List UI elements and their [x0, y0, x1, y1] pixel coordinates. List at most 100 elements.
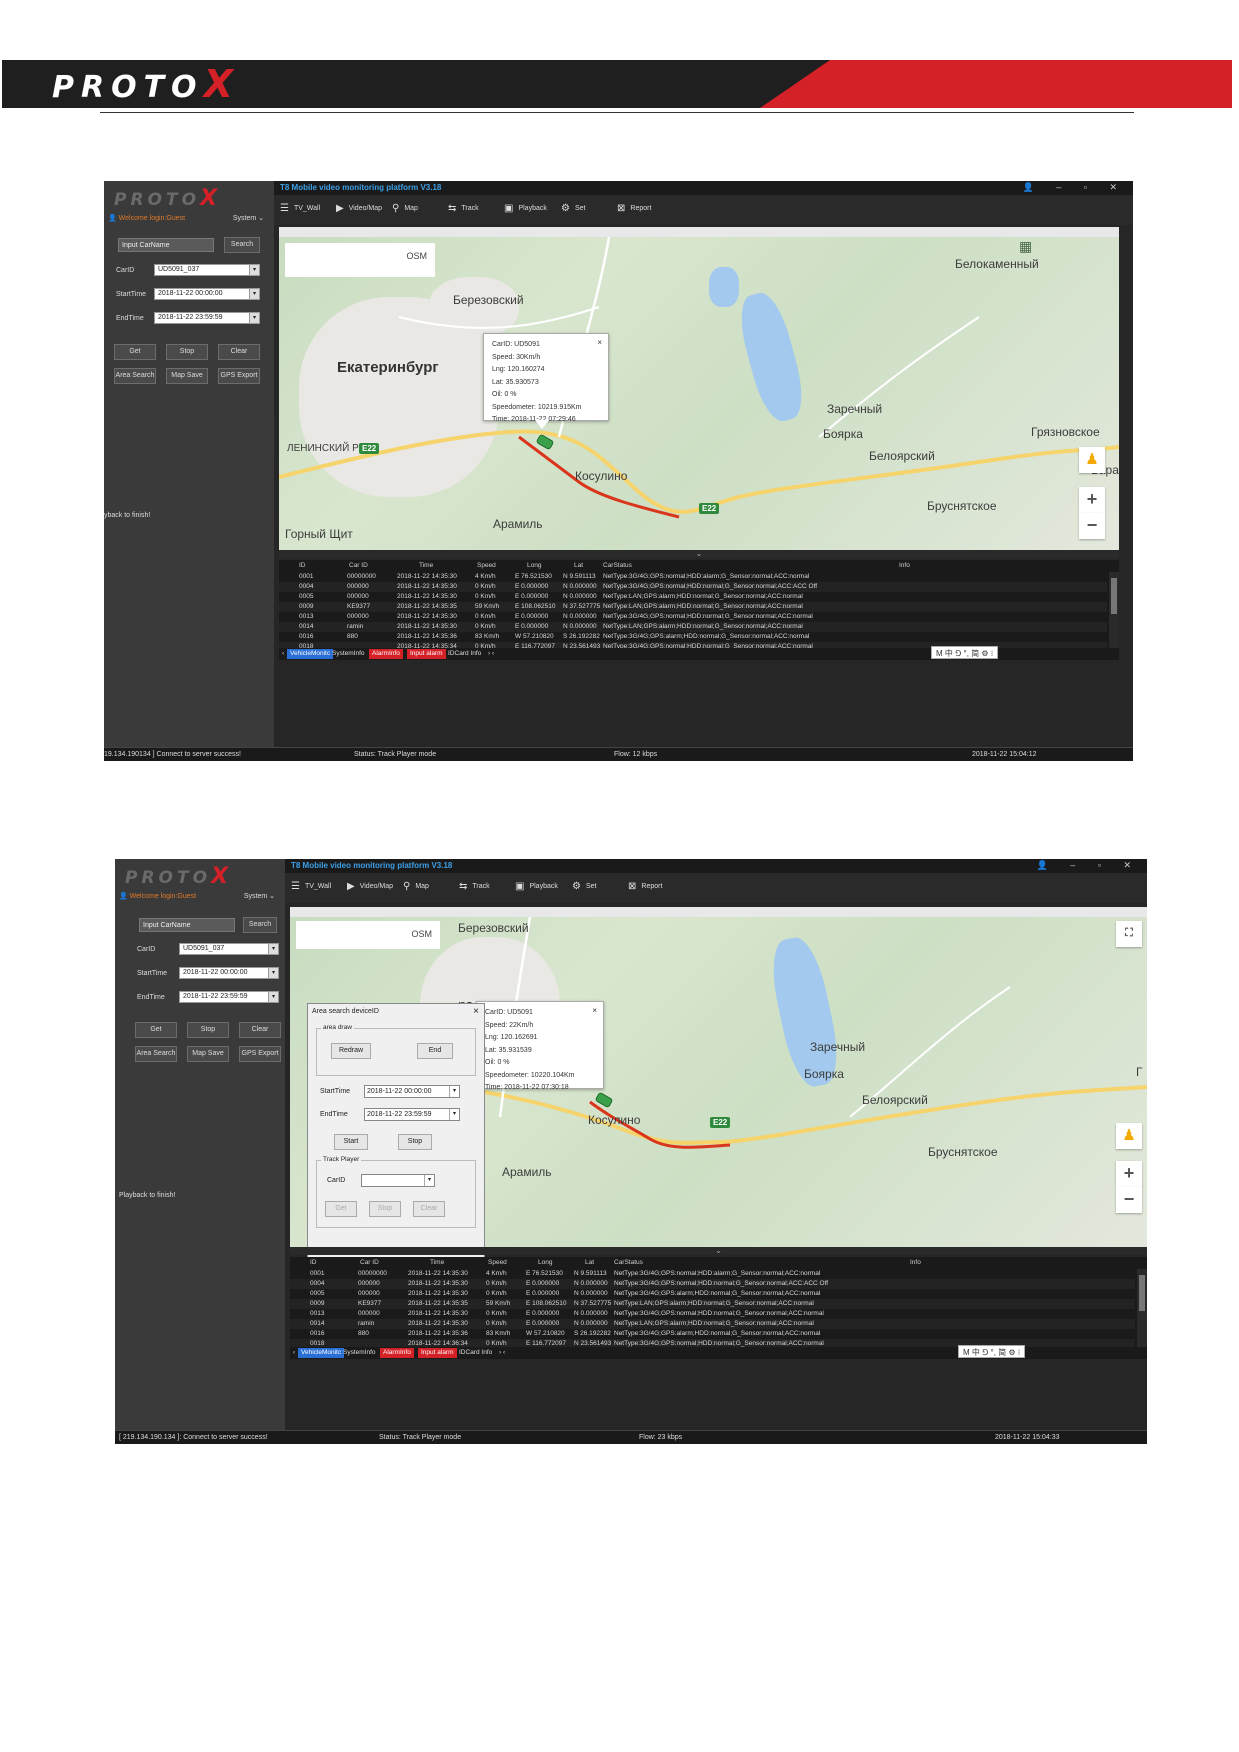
playback-button[interactable]: ▣ Playback	[515, 881, 558, 892]
car-id-select[interactable]: UD5091_037 ▾	[179, 943, 279, 955]
get-button[interactable]: Get	[135, 1022, 177, 1038]
table-scrollbar[interactable]	[1137, 1269, 1147, 1347]
pegman-icon[interactable]: ♟	[1079, 447, 1105, 473]
report-button[interactable]: ⊠ Report	[628, 881, 662, 892]
window-controls[interactable]: 👤 – ▫ ✕	[1023, 182, 1127, 193]
table-row[interactable]: 0004 000000 2018-11-22 14:35:30 0 Km/h E 0.0…	[279, 582, 1107, 592]
zoom-out-button[interactable]: −	[1116, 1187, 1142, 1213]
end-time-field[interactable]: 2018-11-22 23:59:59 ▾	[179, 991, 279, 1003]
table-scrollbar[interactable]	[1109, 572, 1119, 648]
redraw-button[interactable]: Redraw	[331, 1043, 371, 1059]
map-button[interactable]: ⚲ Map	[403, 881, 429, 892]
table-row[interactable]: 0005 000000 2018-11-22 14:35:30 0 Km/h E 0.0…	[279, 592, 1107, 602]
map-save-button[interactable]: Map Save	[187, 1046, 229, 1062]
table-row[interactable]: 0009 KE9377 2018-11-22 14:35:35 59 Km/h E 10…	[279, 602, 1107, 612]
dialog-car-id-select[interactable]: ▾	[361, 1174, 435, 1187]
tab-scroll-left-icon[interactable]: ‹	[279, 649, 287, 659]
track-button[interactable]: ⇆ Track	[459, 881, 490, 892]
clear-button[interactable]: Clear	[218, 344, 260, 360]
dialog-end-time-field[interactable]: 2018-11-22 23:59:59 ▾	[364, 1108, 460, 1121]
close-icon[interactable]: ×	[597, 337, 602, 350]
area-search-button[interactable]: Area Search	[114, 368, 156, 384]
car-id-select[interactable]: UD5091_037 ▾	[154, 264, 260, 276]
table-row[interactable]: 0001 00000000 2018-11-22 14:35:30 4 Km/h E 7…	[279, 572, 1107, 582]
splitter-chevron-icon[interactable]: ⌄	[279, 550, 1119, 558]
set-button[interactable]: ⚙ Set	[561, 203, 585, 214]
tab-scroll-right-icon[interactable]: › ‹	[496, 1348, 508, 1358]
window-controls[interactable]: 👤 – ▫ ✕	[1037, 860, 1141, 871]
table-row[interactable]: 0014 ramin 2018-11-22 14:35:30 0 Km/h E 0.00…	[279, 622, 1107, 632]
playback-button[interactable]: ▣ Playback	[504, 203, 547, 214]
tab-scroll-left-icon[interactable]: ‹	[290, 1348, 298, 1358]
video-map-button[interactable]: ▶ Video/Map	[336, 203, 382, 214]
pegman-icon[interactable]: ♟	[1116, 1123, 1142, 1149]
set-button[interactable]: ⚙ Set	[572, 881, 596, 892]
table-row[interactable]: 0001 00000000 2018-11-22 14:35:30 4 Km/h E 7…	[290, 1269, 1135, 1279]
table-row[interactable]: 0013 000000 2018-11-22 14:35:30 0 Km/h E 0.0…	[290, 1309, 1135, 1319]
car-name-input[interactable]: Input CarName	[139, 918, 235, 932]
splitter-chevron-icon[interactable]: ⌄	[290, 1247, 1147, 1255]
end-button[interactable]: End	[417, 1043, 453, 1059]
close-icon[interactable]: ×	[473, 1006, 479, 1017]
tab-vehicle-monitor[interactable]: VehicleMonitc	[287, 649, 334, 659]
area-search-button[interactable]: Area Search	[135, 1046, 177, 1062]
search-button[interactable]: Search	[224, 237, 260, 253]
stop-button[interactable]: Stop	[187, 1022, 229, 1038]
tab-input-alarm[interactable]: Input alarm	[418, 1348, 457, 1358]
map-save-button[interactable]: Map Save	[166, 368, 208, 384]
zoom-in-button[interactable]: +	[1079, 487, 1105, 513]
start-button[interactable]: Start	[334, 1134, 368, 1150]
gps-export-button[interactable]: GPS Export	[218, 368, 260, 384]
search-button[interactable]: Search	[243, 917, 277, 933]
map-button[interactable]: ⚲ Map	[392, 203, 418, 214]
clear-button[interactable]: Clear	[239, 1022, 281, 1038]
map-source-box[interactable]: OSM	[296, 921, 440, 949]
ime-toolbar[interactable]: M 中 ⅁ °, 简 ⚙ ⁝	[958, 1345, 1026, 1358]
dialog-start-time-field[interactable]: 2018-11-22 00:00:00 ▾	[364, 1085, 460, 1098]
tab-alarm-info[interactable]: AlarmInfo	[369, 649, 403, 659]
tab-idcard-info[interactable]: IDCard Info	[456, 1348, 495, 1358]
tab-input-alarm[interactable]: Input alarm	[407, 649, 446, 659]
gps-export-button[interactable]: GPS Export	[239, 1046, 281, 1062]
tv-wall-button[interactable]: ☰ TV_Wall	[291, 881, 331, 892]
table-row[interactable]: 0004 000000 2018-11-22 14:35:30 0 Km/h E 0.0…	[290, 1279, 1135, 1289]
system-menu[interactable]: System ⌄	[233, 214, 264, 222]
report-button[interactable]: ⊠ Report	[617, 203, 651, 214]
table-row[interactable]: 0016 880 2018-11-22 14:35:36 83 Km/h W 57.21…	[290, 1329, 1135, 1339]
map-source-box[interactable]: OSM	[285, 243, 435, 277]
end-time-field[interactable]: 2018-11-22 23:59:59 ▾	[154, 312, 260, 324]
table-row[interactable]: 0013 000000 2018-11-22 14:35:30 0 Km/h E 0.0…	[279, 612, 1107, 622]
ime-toolbar[interactable]: M 中 ⅁ °, 简 ⚙ ⁝	[931, 646, 999, 659]
tab-scroll-right-icon[interactable]: › ‹	[485, 649, 497, 659]
get-button[interactable]: Get	[114, 344, 156, 360]
stop-button[interactable]: Stop	[398, 1134, 432, 1150]
scrollbar-thumb[interactable]	[1139, 1275, 1145, 1311]
tab-system-info[interactable]: SystemInfo	[340, 1348, 379, 1358]
tab-vehicle-monitor[interactable]: VehicleMonitc	[298, 1348, 345, 1358]
clear-button[interactable]: Clear	[413, 1201, 445, 1217]
track-button[interactable]: ⇆ Track	[448, 203, 479, 214]
table-row[interactable]: 0005 000000 2018-11-22 14:35:30 0 Km/h E 0.0…	[290, 1289, 1135, 1299]
tab-alarm-info[interactable]: AlarmInfo	[380, 1348, 414, 1358]
system-menu[interactable]: System ⌄	[244, 892, 275, 900]
tv-wall-button[interactable]: ☰ TV_Wall	[280, 203, 320, 214]
stop-button[interactable]: Stop	[166, 344, 208, 360]
car-name-input[interactable]: Input CarName	[118, 238, 214, 252]
table-row[interactable]: 0014 ramin 2018-11-22 14:35:30 0 Km/h E 0.00…	[290, 1319, 1135, 1329]
video-map-button[interactable]: ▶ Video/Map	[347, 881, 393, 892]
table-row[interactable]: 0016 880 2018-11-22 14:35:36 83 Km/h W 57.21…	[279, 632, 1107, 642]
stop-button[interactable]: Stop	[369, 1201, 401, 1217]
scrollbar-thumb[interactable]	[1111, 578, 1117, 614]
fullscreen-icon[interactable]: ⛶	[1116, 921, 1142, 947]
zoom-out-button[interactable]: −	[1079, 513, 1105, 539]
get-button[interactable]: Get	[325, 1201, 357, 1217]
start-time-field[interactable]: 2018-11-22 00:00:00 ▾	[154, 288, 260, 300]
start-time-field[interactable]: 2018-11-22 00:00:00 ▾	[179, 967, 279, 979]
tab-idcard-info[interactable]: IDCard Info	[445, 649, 484, 659]
zoom-in-button[interactable]: +	[1116, 1161, 1142, 1187]
close-icon[interactable]: ×	[592, 1005, 597, 1018]
table-row[interactable]: 0009 KE9377 2018-11-22 14:35:35 59 Km/h E 10…	[290, 1299, 1135, 1309]
apps-grid-icon[interactable]: ▦	[1019, 239, 1037, 253]
tab-system-info[interactable]: SystemInfo	[329, 649, 368, 659]
map-view[interactable]: OSM ▦ Белокаменный Березовский Екатеринб…	[279, 237, 1119, 550]
